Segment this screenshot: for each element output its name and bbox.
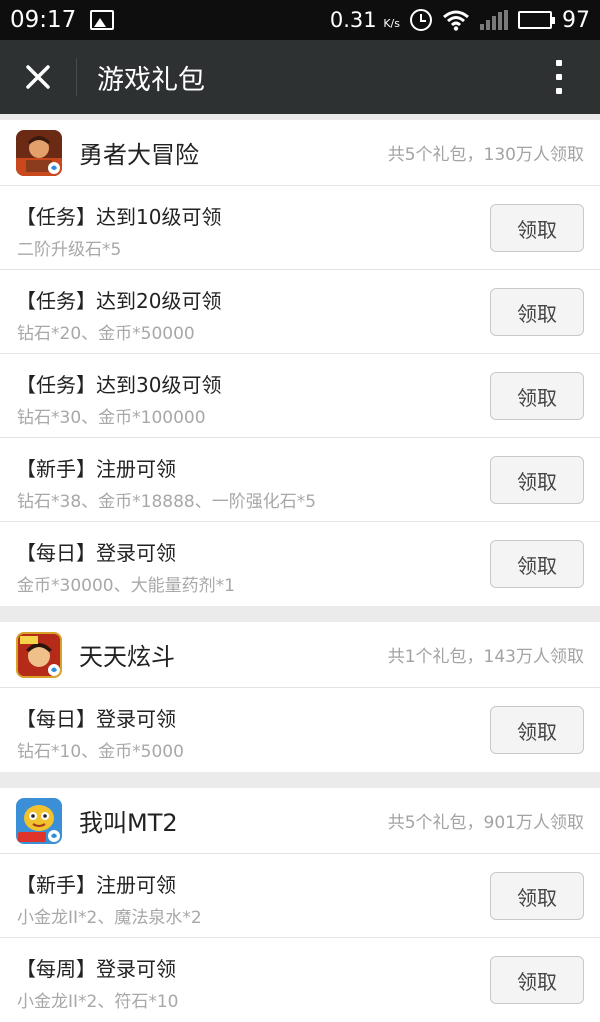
game-section: 勇者大冒险 共5个礼包，130万人领取 【任务】达到10级可领 二阶升级石*5 …: [0, 120, 600, 606]
gift-item: 【每周】登录可领 小金龙II*2、符石*10 领取: [0, 938, 600, 1022]
gift-item: 【任务】达到10级可领 二阶升级石*5 领取: [0, 186, 600, 270]
title-divider: [76, 58, 77, 96]
wifi-icon: [443, 10, 469, 31]
close-button[interactable]: [0, 40, 76, 114]
gift-title: 【任务】达到10级可领: [16, 205, 222, 229]
claim-button[interactable]: 领取: [490, 872, 584, 920]
close-icon: [26, 65, 50, 89]
gift-item: 【每日】登录可领 金币*30000、大能量药剂*1 领取: [0, 522, 600, 606]
game-summary: 共5个礼包，130万人领取: [387, 145, 584, 165]
claim-button[interactable]: 领取: [490, 956, 584, 1004]
gift-description: 小金龙II*2、魔法泉水*2: [17, 908, 202, 928]
fighter-game-icon: [16, 631, 62, 678]
gift-description: 金币*30000、大能量药剂*1: [17, 576, 235, 596]
warrior-game-icon: [16, 129, 62, 176]
game-summary: 共5个礼包，901万人领取: [387, 813, 584, 833]
game-name: 天天炫斗: [79, 643, 175, 671]
more-dot-icon: [556, 74, 562, 80]
gift-title: 【每日】登录可领: [16, 707, 176, 731]
more-dot-icon: [556, 60, 562, 66]
game-section: 我叫MT2 共5个礼包，901万人领取 【新手】注册可领 小金龙II*2、魔法泉…: [0, 788, 600, 1022]
game-header[interactable]: 我叫MT2 共5个礼包，901万人领取: [0, 788, 600, 854]
gift-item: 【每日】登录可领 钻石*10、金币*5000 领取: [0, 688, 600, 772]
gift-item: 【新手】注册可领 小金龙II*2、魔法泉水*2 领取: [0, 854, 600, 938]
battery-icon: [518, 11, 555, 29]
claim-button[interactable]: 领取: [490, 372, 584, 420]
more-dot-icon: [556, 88, 562, 94]
claim-button[interactable]: 领取: [490, 456, 584, 504]
gift-list: 勇者大冒险 共5个礼包，130万人领取 【任务】达到10级可领 二阶升级石*5 …: [0, 114, 600, 1022]
gift-title: 【任务】达到30级可领: [16, 373, 222, 397]
game-summary: 共1个礼包，143万人领取: [387, 647, 584, 667]
gift-description: 钻石*38、金币*18888、一阶强化石*5: [17, 492, 317, 512]
gift-title: 【新手】注册可领: [16, 457, 176, 481]
title-bar: 游戏礼包: [0, 40, 600, 114]
gift-description: 钻石*10、金币*5000: [17, 742, 184, 762]
gift-item: 【任务】达到30级可领 钻石*30、金币*100000 领取: [0, 354, 600, 438]
gift-item: 【新手】注册可领 钻石*38、金币*18888、一阶强化石*5 领取: [0, 438, 600, 522]
status-bar: 09:17 0.31 K/s 97: [0, 0, 600, 40]
gift-description: 钻石*20、金币*50000: [17, 324, 195, 344]
gift-title: 【新手】注册可领: [16, 873, 176, 897]
gift-title: 【每日】登录可领: [16, 541, 176, 565]
signal-strength-icon: [480, 10, 508, 30]
network-speed: 0.31 K/s: [329, 8, 400, 32]
gift-title: 【任务】达到20级可领: [16, 289, 222, 313]
game-header[interactable]: 勇者大冒险 共5个礼包，130万人领取: [0, 120, 600, 186]
game-section: 天天炫斗 共1个礼包，143万人领取 【每日】登录可领 钻石*10、金币*500…: [0, 622, 600, 772]
gift-item: 【任务】达到20级可领 钻石*20、金币*50000 领取: [0, 270, 600, 354]
gift-description: 钻石*30、金币*100000: [17, 408, 206, 428]
game-name: 我叫MT2: [79, 809, 178, 837]
claim-button[interactable]: 领取: [490, 540, 584, 588]
status-time: 09:17: [10, 7, 77, 33]
claim-button[interactable]: 领取: [490, 204, 584, 252]
more-options-button[interactable]: [556, 60, 562, 94]
claim-button[interactable]: 领取: [490, 288, 584, 336]
battery-percentage: 97: [562, 7, 590, 33]
alarm-clock-icon: [410, 9, 432, 31]
game-header[interactable]: 天天炫斗 共1个礼包，143万人领取: [0, 622, 600, 688]
mt2-game-icon: [16, 797, 62, 844]
gift-title: 【每周】登录可领: [16, 957, 176, 981]
image-notification-icon: [90, 10, 115, 30]
page-title: 游戏礼包: [97, 64, 205, 96]
gift-description: 二阶升级石*5: [17, 240, 122, 260]
game-name: 勇者大冒险: [79, 141, 199, 169]
claim-button[interactable]: 领取: [490, 706, 584, 754]
network-speed-unit: K/s: [383, 17, 400, 30]
